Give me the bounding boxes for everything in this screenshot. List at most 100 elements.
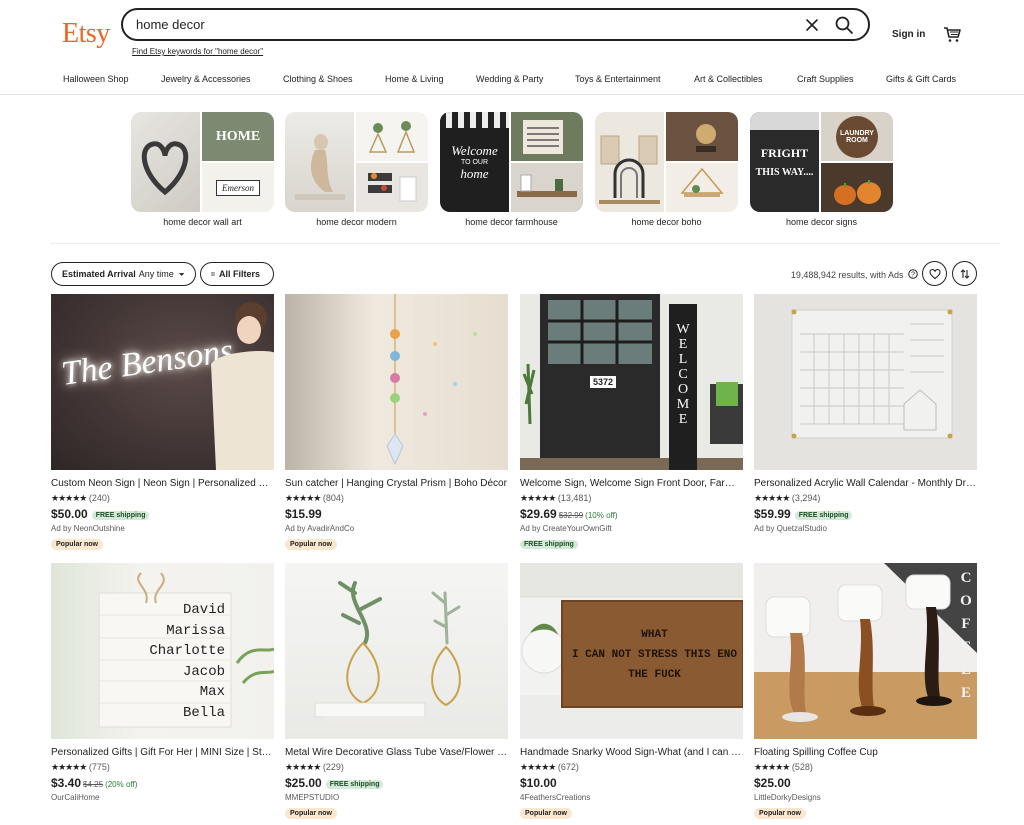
seller-name[interactable]: Ad by CreateYourOwnGift — [520, 524, 743, 533]
book-name-line: David — [182, 602, 225, 618]
listing-title[interactable]: Custom Neon Sign | Neon Sign | Personali… — [51, 478, 274, 489]
laundry-sign-line-2: ROOM — [846, 136, 868, 144]
listing-title[interactable]: Welcome Sign, Welcome Sign Front Door, F… — [520, 478, 743, 489]
star-rating-icon: ★★★★★ — [754, 493, 790, 503]
category-nav: Halloween Shop Jewelry & Accessories Clo… — [0, 74, 1024, 86]
nav-item-wedding[interactable]: Wedding & Party — [476, 74, 543, 84]
search-bar[interactable]: home decor — [121, 8, 870, 41]
nav-item-halloween[interactable]: Halloween Shop — [63, 74, 129, 84]
price-row: $59.99 FREE shipping — [754, 507, 977, 521]
book-name-line: Marissa — [166, 622, 225, 639]
seller-name[interactable]: OurCaliHome — [51, 793, 274, 802]
listing-title[interactable]: Personalized Acrylic Wall Calendar - Mon… — [754, 478, 977, 489]
related-thumbnail — [595, 112, 738, 212]
star-rating-icon: ★★★★★ — [520, 762, 556, 772]
nav-item-art[interactable]: Art & Collectibles — [694, 74, 763, 84]
sort-icon — [960, 268, 969, 279]
review-count: (528) — [791, 762, 813, 772]
related-search-wall-art[interactable]: HOME Emerson home decor wall art — [131, 112, 274, 227]
seller-name[interactable]: MMEPSTUDIO — [285, 793, 508, 802]
coffee-sign-text: COFFEE — [960, 570, 972, 701]
related-search-boho[interactable]: home decor boho — [595, 112, 738, 227]
sign-in-link[interactable]: Sign in — [892, 29, 925, 40]
related-search-modern[interactable]: home decor modern — [285, 112, 428, 227]
popular-now-badge: Popular now — [51, 539, 103, 550]
listing-title[interactable]: Floating Spilling Coffee Cup — [754, 747, 977, 758]
discount: (10% off) — [585, 511, 618, 520]
rating: ★★★★★ (13,481) — [520, 493, 743, 504]
seller-name[interactable]: Ad by QuetzalStudio — [754, 524, 977, 533]
nav-divider — [0, 94, 1024, 95]
listing-title[interactable]: Personalized Gifts | Gift For Her | MINI… — [51, 747, 274, 758]
listing-image[interactable] — [285, 563, 508, 739]
nav-item-home-living[interactable]: Home & Living — [385, 74, 444, 84]
listing-card[interactable]: 5372 WELCOME Welcome Sign, Welcome Sign … — [520, 294, 743, 551]
review-count: (775) — [88, 762, 110, 772]
laundry-sign-line-1: LAUNDRY — [840, 129, 874, 137]
welcome-chalk-line-2: TO OUR — [460, 158, 489, 166]
price: $29.69 — [520, 507, 557, 521]
book-names: David Marissa Charlotte Jacob Max Bella — [135, 600, 225, 723]
listing-image[interactable] — [754, 294, 977, 470]
help-icon[interactable]: ? — [908, 269, 918, 279]
price: $25.00 — [285, 776, 322, 790]
listing-image[interactable]: 5372 WELCOME — [520, 294, 743, 470]
related-search-signs[interactable]: FRIGHT THIS WAY.... LAUNDRY ROOM home de… — [750, 112, 893, 227]
star-rating-icon: ★★★★★ — [51, 493, 87, 503]
wood-sign-text: WHAT I CAN NOT STRESS THIS ENO THE FUCK — [566, 625, 743, 685]
listing-card[interactable]: David Marissa Charlotte Jacob Max Bella … — [51, 563, 274, 802]
nav-item-toys[interactable]: Toys & Entertainment — [575, 74, 661, 84]
star-rating-icon: ★★★★★ — [285, 762, 321, 772]
listing-image[interactable] — [285, 294, 508, 470]
results-text: 19,488,942 results, with Ads — [790, 270, 904, 280]
search-icon[interactable] — [834, 15, 854, 35]
etsy-keywords-link[interactable]: Find Etsy keywords for "home decor" — [132, 47, 263, 56]
rating: ★★★★★ (775) — [51, 762, 274, 773]
rating: ★★★★★ (229) — [285, 762, 508, 773]
etsy-logo[interactable]: Etsy — [62, 18, 110, 50]
seller-name[interactable]: Ad by AvadirAndCo — [285, 524, 508, 533]
seller-name[interactable]: LittleDorkyDesigns — [754, 793, 977, 802]
rating: ★★★★★ (3,294) — [754, 493, 977, 504]
rating: ★★★★★ (528) — [754, 762, 977, 773]
listing-title[interactable]: Metal Wire Decorative Glass Tube Vase/Fl… — [285, 747, 508, 758]
listing-image[interactable]: David Marissa Charlotte Jacob Max Bella — [51, 563, 274, 739]
cart-icon[interactable] — [943, 25, 961, 43]
listing-image[interactable]: The Bensons — [51, 294, 274, 470]
related-label: home decor signs — [785, 217, 858, 227]
nav-item-clothing[interactable]: Clothing & Shoes — [283, 74, 353, 84]
seller-name[interactable]: 4FeathersCreations — [520, 793, 743, 802]
star-rating-icon: ★★★★★ — [51, 762, 87, 772]
listing-image[interactable]: WHAT I CAN NOT STRESS THIS ENO THE FUCK — [520, 563, 743, 739]
listing-card[interactable]: Sun catcher | Hanging Crystal Prism | Bo… — [285, 294, 508, 551]
save-search-button[interactable] — [922, 261, 947, 286]
all-filters-button[interactable]: All Filters — [200, 262, 274, 286]
estimated-arrival-filter[interactable]: Estimated Arrival Any time — [51, 262, 196, 286]
listing-card[interactable]: WHAT I CAN NOT STRESS THIS ENO THE FUCK … — [520, 563, 743, 820]
search-input[interactable]: home decor — [136, 17, 868, 32]
price: $59.99 — [754, 507, 791, 521]
listing-image[interactable]: COFFEE — [754, 563, 977, 739]
listing-title[interactable]: Handmade Snarky Wood Sign-What (and I ca… — [520, 747, 743, 758]
listing-card[interactable]: Personalized Acrylic Wall Calendar - Mon… — [754, 294, 977, 533]
sort-button[interactable] — [952, 261, 977, 286]
nav-item-gifts[interactable]: Gifts & Gift Cards — [886, 74, 956, 84]
clear-search-icon[interactable] — [804, 17, 820, 33]
seller-name[interactable]: Ad by NeonOutshine — [51, 524, 274, 533]
listing-card[interactable]: The Bensons Custom Neon Sign | Neon Sign… — [51, 294, 274, 551]
nav-item-jewelry[interactable]: Jewelry & Accessories — [161, 74, 251, 84]
related-search-farmhouse[interactable]: Welcome TO OUR home home decor farmhouse — [440, 112, 583, 227]
nav-item-craft[interactable]: Craft Supplies — [797, 74, 854, 84]
emerson-sign-text: Emerson — [216, 179, 260, 196]
book-name-line: Charlotte — [149, 643, 225, 659]
price-row: $25.00 — [754, 776, 977, 790]
related-thumbnail: Welcome TO OUR home — [440, 112, 583, 212]
listing-title[interactable]: Sun catcher | Hanging Crystal Prism | Bo… — [285, 478, 508, 489]
svg-text:?: ? — [911, 272, 915, 279]
listing-card[interactable]: Metal Wire Decorative Glass Tube Vase/Fl… — [285, 563, 508, 820]
related-label: home decor modern — [316, 217, 397, 227]
home-sign-text: HOME — [215, 128, 261, 144]
wood-sign-line: THE FUCK — [628, 669, 681, 681]
listing-card[interactable]: COFFEE Floating Spilling Coffee Cup ★★★★… — [754, 563, 977, 820]
arrival-label: Estimated Arrival — [62, 269, 136, 279]
